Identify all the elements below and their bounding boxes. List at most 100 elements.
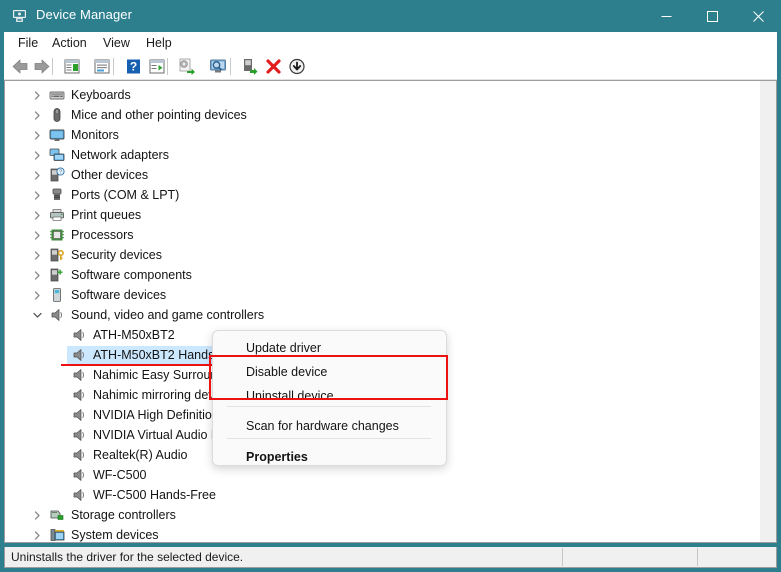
console-tree-button[interactable]: [62, 57, 82, 76]
toolbar-separator: [113, 58, 114, 75]
disable-device-button[interactable]: [287, 57, 307, 76]
chevron-right-icon[interactable]: [29, 185, 45, 205]
close-button[interactable]: [735, 0, 781, 32]
tree-row[interactable]: WF-C500 Hands-Free: [5, 485, 760, 505]
tree-row-label: ATH-M50xBT2: [93, 328, 175, 342]
mouse-icon: [49, 107, 65, 123]
status-bar-divider: [697, 548, 698, 566]
svg-text:?: ?: [59, 170, 62, 176]
speaker-icon: [71, 447, 87, 463]
toolbar: ?: [4, 54, 777, 80]
help-button[interactable]: ?: [123, 57, 143, 76]
tree-row[interactable]: Processors: [5, 225, 760, 245]
tree-row-label: Software components: [71, 268, 192, 282]
speaker-icon: [71, 407, 87, 423]
uninstall-device-button[interactable]: [264, 57, 284, 76]
speaker-icon: [71, 387, 87, 403]
speaker-icon: [71, 427, 87, 443]
tree-row[interactable]: Keyboards: [5, 85, 760, 105]
system-device-icon: [49, 527, 65, 542]
tree-row[interactable]: Software components: [5, 265, 760, 285]
chevron-right-icon[interactable]: [29, 505, 45, 525]
chevron-right-icon[interactable]: [29, 145, 45, 165]
menu-separator: [227, 406, 431, 407]
tree-row[interactable]: Mice and other pointing devices: [5, 105, 760, 125]
title-bar: Device Manager: [0, 0, 781, 32]
vertical-scrollbar[interactable]: [760, 81, 776, 542]
menu-item-disable-device[interactable]: Disable device: [213, 359, 446, 385]
speaker-icon: [71, 367, 87, 383]
minimize-button[interactable]: [643, 0, 689, 32]
chevron-right-icon[interactable]: [29, 265, 45, 285]
tree-row[interactable]: Print queues: [5, 205, 760, 225]
tree-row-label: Sound, video and game controllers: [71, 308, 265, 322]
tree-row-label: Software devices: [71, 288, 167, 302]
tree-row-sound-video-game-controllers[interactable]: Sound, video and game controllers: [5, 305, 760, 325]
status-bar-text: Uninstalls the driver for the selected d…: [11, 550, 244, 564]
tree-row-label: Monitors: [71, 128, 119, 142]
device-manager-window: Device Manager File Action View Help ? K…: [0, 0, 781, 572]
tree-row-label: Processors: [71, 228, 134, 242]
action-panel-button[interactable]: [147, 57, 167, 76]
keyboard-icon: [49, 87, 65, 103]
chevron-right-icon[interactable]: [29, 225, 45, 245]
menu-help[interactable]: Help: [138, 32, 180, 54]
scan-hardware-changes-button[interactable]: [208, 57, 228, 76]
tree-row[interactable]: Ports (COM & LPT): [5, 185, 760, 205]
status-bar-divider: [562, 548, 563, 566]
chevron-right-icon[interactable]: [29, 125, 45, 145]
tree-row-label: Storage controllers: [71, 508, 176, 522]
toolbar-separator: [167, 58, 168, 75]
speaker-icon: [49, 307, 65, 323]
software-component-icon: [49, 267, 65, 283]
chevron-right-icon[interactable]: [29, 205, 45, 225]
unknown-device-icon: ?: [49, 167, 65, 183]
port-icon: [49, 187, 65, 203]
tree-row[interactable]: WF-C500: [5, 465, 760, 485]
context-menu: Update driver Disable device Uninstall d…: [212, 330, 447, 466]
back-button[interactable]: [10, 57, 30, 76]
tree-row-label: Nahimic Easy Surround: [93, 368, 225, 382]
printer-icon: [49, 207, 65, 223]
chevron-right-icon[interactable]: [29, 105, 45, 125]
tree-row[interactable]: System devices: [5, 525, 760, 542]
enable-device-button[interactable]: [240, 57, 260, 76]
chevron-down-icon[interactable]: [29, 305, 45, 325]
tree-row[interactable]: Software devices: [5, 285, 760, 305]
network-adapter-icon: [49, 147, 65, 163]
tree-row-label: Mice and other pointing devices: [71, 108, 247, 122]
window-title: Device Manager: [36, 7, 133, 22]
tree-row-label: Ports (COM & LPT): [71, 188, 180, 202]
tree-row-label: Nahimic mirroring device: [93, 388, 231, 402]
chevron-right-icon[interactable]: [29, 525, 45, 542]
device-manager-icon: [11, 8, 28, 25]
menu-file[interactable]: File: [10, 32, 46, 54]
status-bar: Uninstalls the driver for the selected d…: [4, 547, 777, 568]
menu-item-properties[interactable]: Properties: [213, 444, 446, 465]
tree-row[interactable]: Security devices: [5, 245, 760, 265]
tree-row-label: Print queues: [71, 208, 142, 222]
speaker-icon: [71, 487, 87, 503]
chevron-right-icon[interactable]: [29, 245, 45, 265]
menu-item-scan-for-hardware-changes[interactable]: Scan for hardware changes: [213, 413, 446, 439]
chevron-right-icon[interactable]: [29, 285, 45, 305]
tree-row[interactable]: Network adapters: [5, 145, 760, 165]
tree-row[interactable]: Storage controllers: [5, 505, 760, 525]
toolbar-separator: [52, 58, 53, 75]
chevron-right-icon[interactable]: [29, 85, 45, 105]
menu-view[interactable]: View: [95, 32, 138, 54]
device-tree-panel: Keyboards Mice and other pointing device…: [4, 80, 777, 543]
update-driver-button[interactable]: [177, 57, 197, 76]
tree-row[interactable]: ? Other devices: [5, 165, 760, 185]
tree-row-label: Other devices: [71, 168, 149, 182]
tree-row[interactable]: Monitors: [5, 125, 760, 145]
speaker-icon: [71, 467, 87, 483]
tree-row-label: Realtek(R) Audio: [93, 448, 188, 462]
properties-window-button[interactable]: [92, 57, 112, 76]
menu-action[interactable]: Action: [44, 32, 95, 54]
software-device-icon: [49, 287, 65, 303]
menu-item-update-driver[interactable]: Update driver: [213, 335, 446, 361]
forward-button[interactable]: [32, 57, 52, 76]
chevron-right-icon[interactable]: [29, 165, 45, 185]
maximize-button[interactable]: [689, 0, 735, 32]
